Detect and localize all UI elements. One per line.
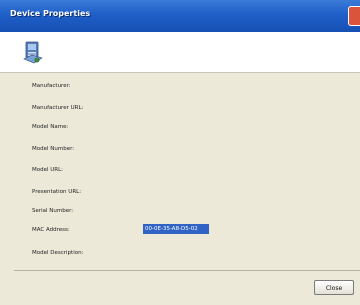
mac-address-value[interactable]: 00-0E-35-A8-D5-02 [143, 224, 209, 234]
label-model-url: Model URL: [32, 167, 64, 173]
label-manufacturer: Manufacturer: [32, 83, 71, 89]
label-manufacturer-url: Manufacturer URL: [32, 105, 84, 111]
device-properties-icon [23, 41, 43, 64]
title-bar[interactable]: Device Properties [0, 0, 360, 33]
title-close-button[interactable] [348, 6, 360, 26]
label-mac-address: MAC Address: [32, 227, 70, 233]
label-serial-number: Serial Number: [32, 208, 74, 214]
device-properties-dialog: Device Properties Manufacturer: Manufact… [0, 0, 360, 305]
label-presentation-url: Presentation URL: [32, 189, 82, 195]
label-model-number: Model Number: [32, 146, 75, 152]
close-button[interactable]: Close [314, 280, 354, 295]
label-model-description: Model Description: [32, 250, 84, 256]
label-model-name: Model Name: [32, 124, 69, 130]
header-band [0, 32, 360, 73]
divider [14, 270, 360, 271]
window-title: Device Properties [10, 9, 91, 18]
